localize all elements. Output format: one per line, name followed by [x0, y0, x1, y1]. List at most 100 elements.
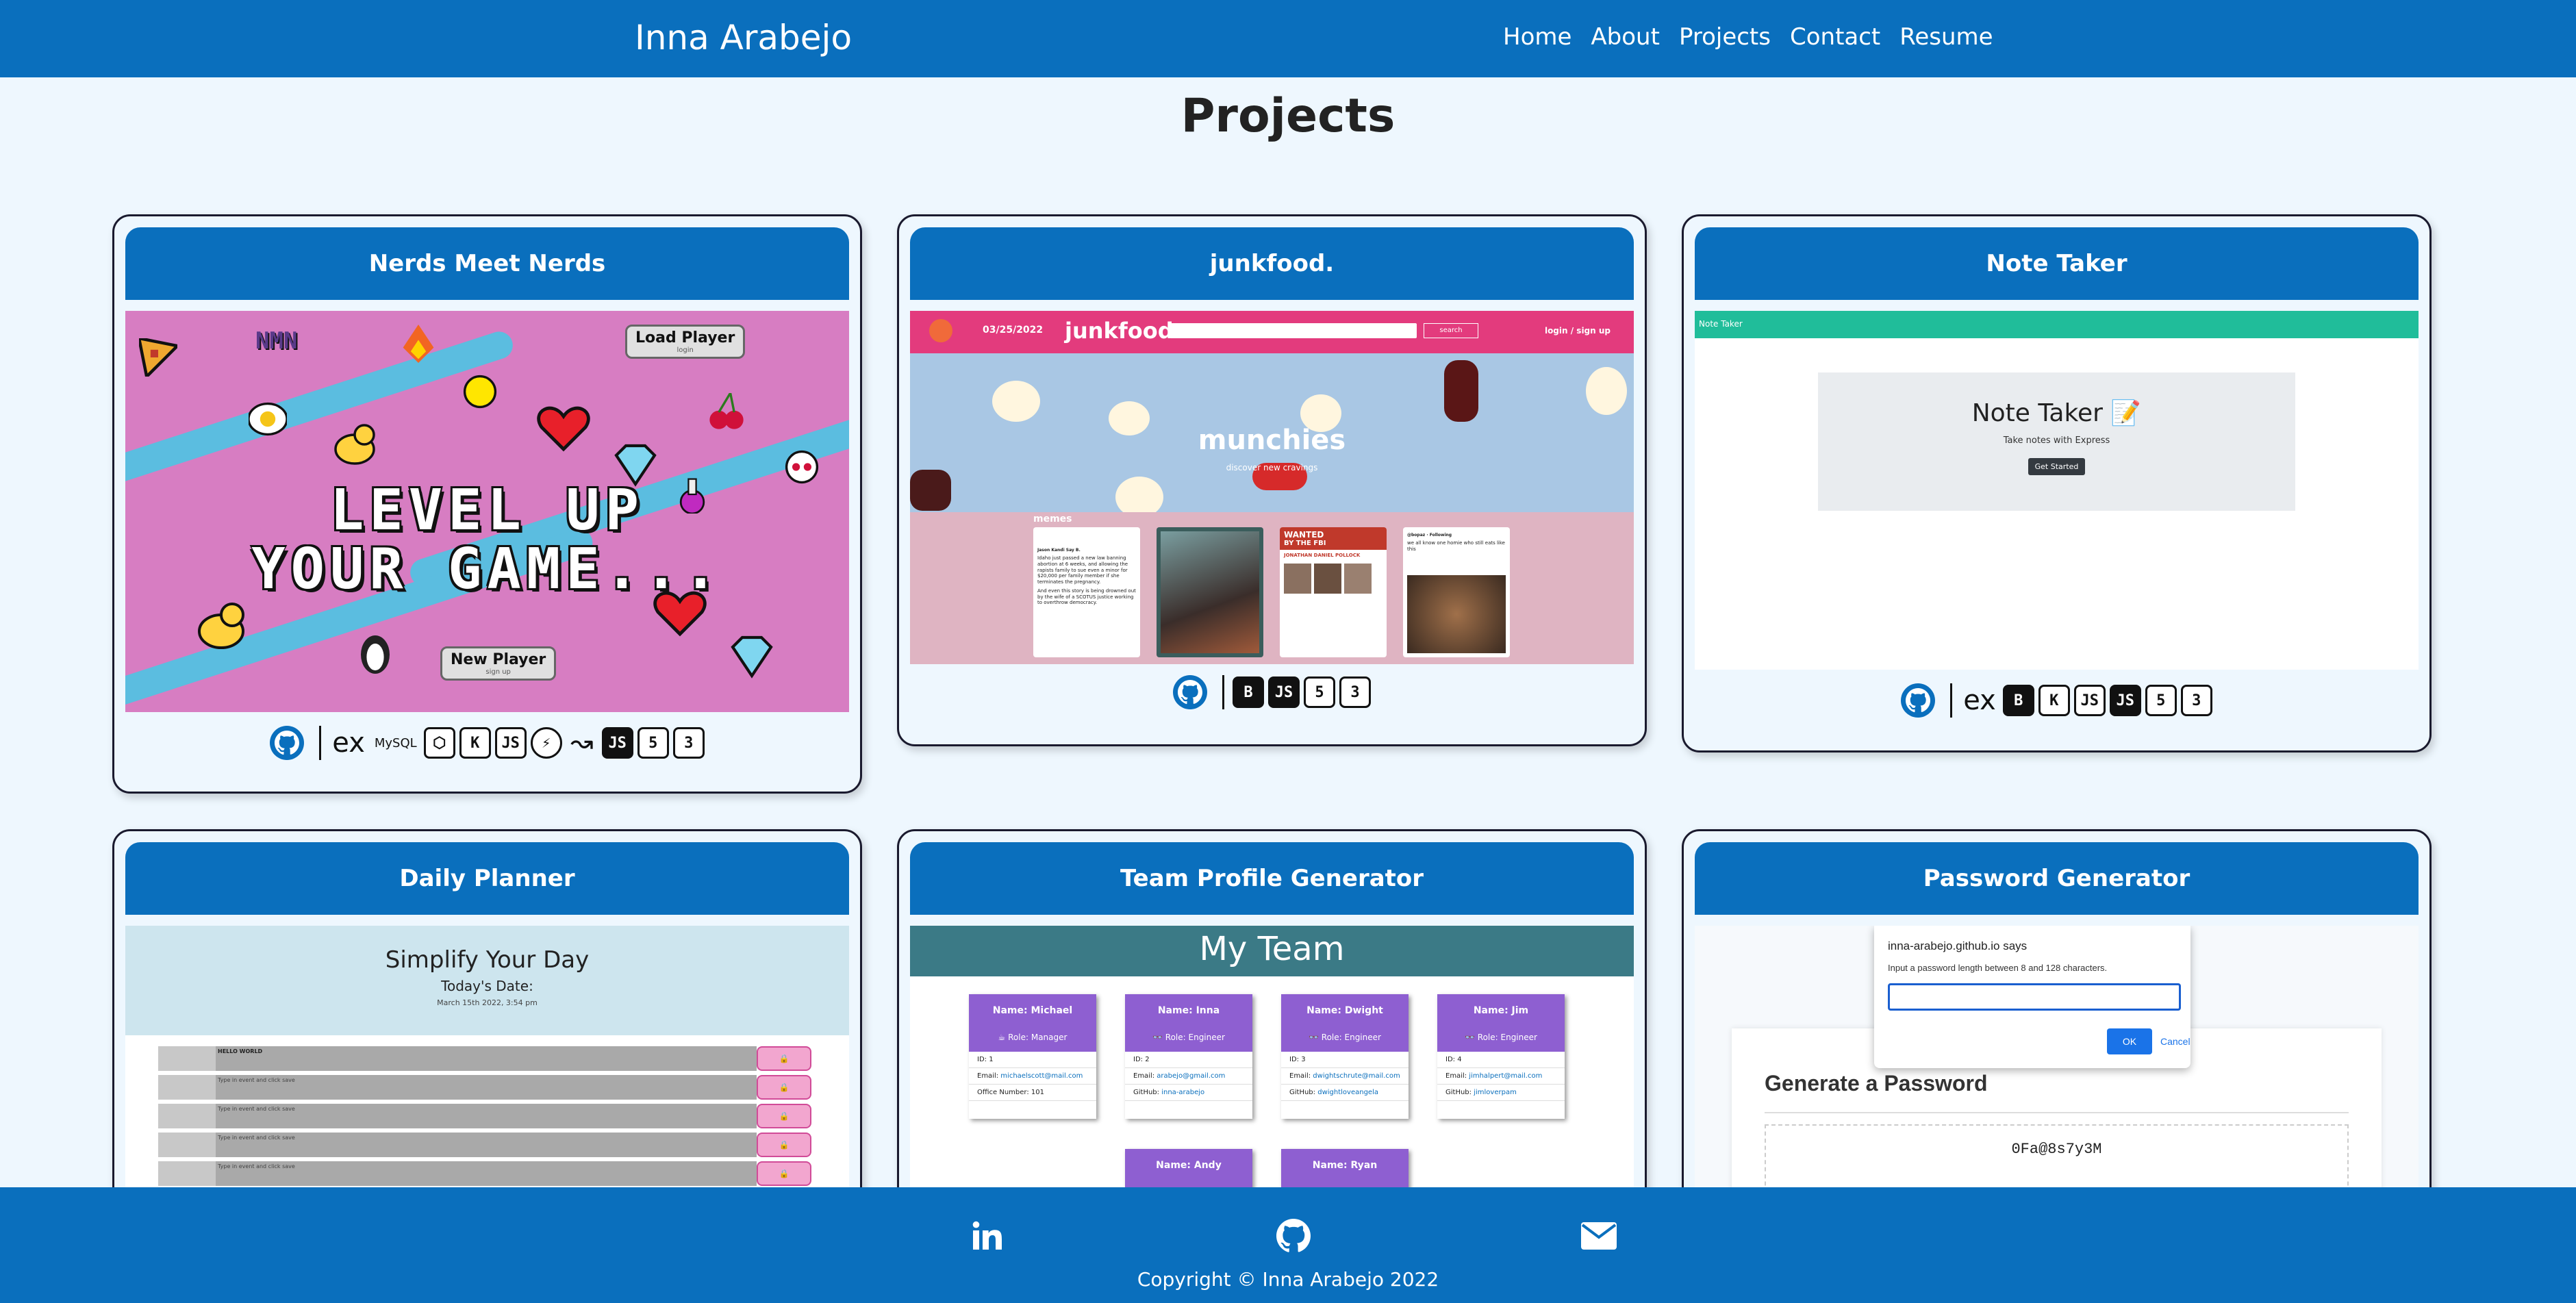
jf-hero-sub: discover new cravings	[1226, 463, 1318, 472]
diamond-icon	[731, 635, 773, 679]
tp-member-email: Email: michaelscott@mail.com	[969, 1068, 1096, 1085]
tp-member-name: Name: Ryan	[1312, 1160, 1378, 1171]
tp-member-card: Name: Jim 👓 Role: Engineer ID: 4 Email: j…	[1437, 994, 1565, 1119]
sequelize-icon: ⬡	[423, 727, 455, 759]
game-headline-line2: YOUR GAME...	[251, 537, 723, 602]
tp-member-extra: GitHub: jimloverpam	[1437, 1085, 1565, 1101]
tp-member-card: Name: Michael ☕ Role: Manager ID: 1 Email…	[969, 994, 1096, 1119]
project-card-team-profile-generator: Team Profile Generator My Team Name: Mic…	[897, 829, 1647, 1240]
project-screenshot[interactable]: Note Taker Note Taker 📝 Take notes with …	[1695, 311, 2419, 670]
project-title: Daily Planner	[125, 842, 849, 915]
footer: Copyright © Inna Arabejo 2022	[0, 1187, 2576, 1303]
github-icon[interactable]	[1173, 675, 1207, 709]
tp-member-role: 👓 Role: Engineer	[1152, 1033, 1225, 1042]
jf-section-title: memes	[1033, 514, 1072, 524]
tp-member-card: Name: Dwight 👓 Role: Engineer ID: 3 Email…	[1281, 994, 1409, 1119]
dp-event-text: Type in event and click save	[216, 1133, 757, 1157]
tweet-author: @bopaz · Following	[1407, 533, 1452, 537]
javascript-icon: JS	[1268, 676, 1300, 708]
tp-member-name: Name: Michael	[992, 1005, 1073, 1016]
tp-member-email: Email: jimhalpert@mail.com	[1437, 1068, 1565, 1085]
email-icon[interactable]	[1580, 1217, 1617, 1254]
project-screenshot[interactable]: 03/25/2022 junkfood. search login / sign…	[910, 311, 1634, 664]
html5-icon: 5	[637, 727, 669, 759]
jf-hero: munchies discover new cravings	[910, 353, 1634, 518]
tp-member-id: ID: 2	[1125, 1052, 1252, 1068]
project-title: junkfood.	[910, 227, 1634, 300]
game-headline-line1: LEVEL UP	[330, 478, 644, 543]
bcrypt-icon: ⚡	[530, 727, 562, 759]
dp-title: Simplify Your Day	[385, 946, 590, 974]
tech-icons: ex MySQL ⬡ K JS ⚡ ↝ JS 5 3	[114, 726, 860, 760]
wanted-sub: BY THE FBI	[1280, 540, 1387, 550]
pg-dialog-input	[1888, 983, 2181, 1011]
tp-member-extra: GitHub: inna-arabejo	[1125, 1085, 1252, 1101]
tp-member-name: Name: Andy	[1156, 1160, 1222, 1171]
tp-member-name: Name: Jim	[1473, 1005, 1529, 1016]
nt-title: Note Taker 📝	[1971, 399, 2142, 427]
tech-icons: ex B K JS JS 5 3	[1684, 683, 2429, 718]
nav-contact[interactable]: Contact	[1790, 23, 1880, 51]
jf-tweet-card: @bopaz · Following we all know one homie…	[1403, 527, 1510, 657]
nav-home[interactable]: Home	[1503, 23, 1571, 51]
divider	[1222, 675, 1224, 709]
wanted-title: WANTED	[1280, 527, 1387, 540]
dp-event-text: Type in event and click save	[216, 1161, 757, 1186]
nav-about[interactable]: About	[1591, 23, 1660, 51]
tp-member-role: ☕ Role: Manager	[998, 1033, 1068, 1042]
egg-icon	[249, 402, 287, 436]
nt-navbar: Note Taker	[1695, 311, 2419, 338]
github-icon[interactable]	[270, 726, 305, 760]
lock-icon: 🔒	[757, 1161, 811, 1186]
jf-date: 03/25/2022	[983, 325, 1044, 336]
tp-member-role: 👓 Role: Engineer	[1465, 1033, 1537, 1042]
tweet-text: Idaho just passed a new law banning abor…	[1037, 555, 1128, 585]
wanted-name: JONATHAN DANIEL POLLOCK	[1284, 553, 1361, 558]
nav-resume[interactable]: Resume	[1899, 23, 1993, 51]
brand-link[interactable]: Inna Arabejo	[635, 18, 852, 58]
tp-member-extra: GitHub: dwightloveangela	[1281, 1085, 1409, 1101]
divider	[1950, 683, 1953, 718]
popcorn	[1586, 367, 1627, 415]
linkedin-icon[interactable]	[968, 1217, 1005, 1254]
lock-icon: 🔒	[757, 1046, 811, 1071]
jf-photo-card	[1157, 527, 1263, 657]
github-icon[interactable]	[1275, 1217, 1312, 1254]
load-player-button[interactable]: Load Player login	[625, 325, 746, 359]
dp-date-value: March 15th 2022, 3:54 pm	[437, 998, 538, 1007]
tp-member-card: Name: Inna 👓 Role: Engineer ID: 2 Email: …	[1125, 994, 1252, 1119]
nav-projects[interactable]: Projects	[1679, 23, 1771, 51]
fire-icon	[403, 325, 434, 363]
tp-header: My Team	[910, 926, 1634, 976]
tech-icons: B JS 5 3	[899, 675, 1645, 709]
css3-icon: 3	[2180, 685, 2212, 716]
cherry-icon	[709, 393, 744, 429]
html5-icon: 5	[1304, 676, 1335, 708]
project-card-nerds-meet-nerds: Nerds Meet Nerds Load Player login New P…	[112, 214, 862, 794]
github-icon[interactable]	[1901, 683, 1936, 718]
project-screenshot[interactable]: Load Player login New Player sign up NMN…	[125, 311, 849, 712]
pg-dialog-site: inna-arabejo.github.io says	[1888, 939, 2028, 952]
project-screenshot[interactable]: Generate a Password 0Fa@8s7y3M inna-arab…	[1695, 926, 2419, 1227]
mysql-icon: MySQL	[374, 735, 417, 750]
tweet-text: And even this story is being drowned out…	[1037, 587, 1136, 606]
css3-icon: 3	[672, 727, 705, 759]
jf-search-button: search	[1424, 323, 1478, 338]
lock-icon: 🔒	[757, 1075, 811, 1100]
dp-time-block: Type in event and click save 🔒	[158, 1075, 811, 1101]
project-screenshot[interactable]: Simplify Your Day Today's Date: March 15…	[125, 926, 849, 1227]
pg-dialog-message: Input a password length between 8 and 12…	[1888, 963, 2108, 973]
project-screenshot[interactable]: My Team Name: Michael ☕ Role: Manager ID:…	[910, 926, 1634, 1227]
project-title: Password Generator	[1695, 842, 2419, 915]
jf-wanted-card: WANTED BY THE FBI JONATHAN DANIEL POLLOC…	[1280, 527, 1387, 657]
nodejs-icon: JS	[2073, 685, 2106, 716]
javascript-icon: JS	[601, 727, 633, 759]
nodejs-icon: JS	[494, 727, 527, 759]
copyright: Copyright © Inna Arabejo 2022	[1137, 1268, 1439, 1291]
pg-dialog-ok: OK	[2107, 1028, 2152, 1054]
nt-get-started-button: Get Started	[2028, 458, 2086, 475]
pg-title: Generate a Password	[1765, 1071, 1988, 1096]
new-player-button[interactable]: New Player sign up	[440, 646, 557, 681]
nt-jumbotron: Note Taker 📝 Take notes with Express Get…	[1818, 372, 2295, 511]
pizza-icon	[139, 338, 177, 377]
